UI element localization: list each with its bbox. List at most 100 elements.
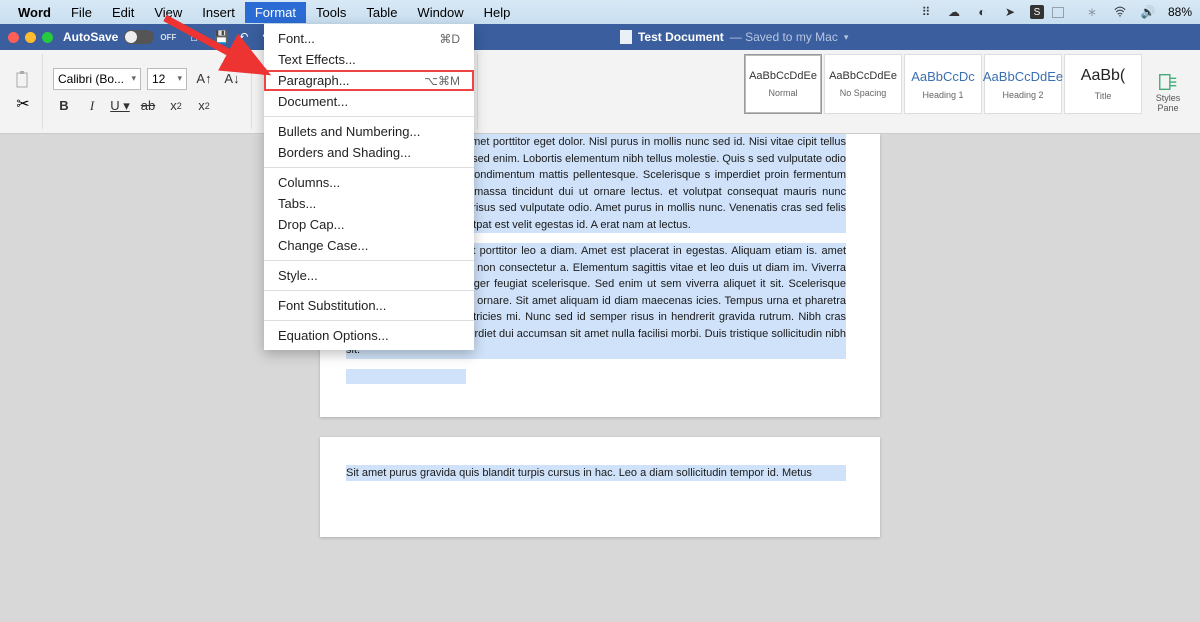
cloud-icon[interactable]: ☁ <box>946 4 962 20</box>
clipboard-group: ✂ <box>8 54 43 129</box>
word-doc-icon <box>620 30 632 44</box>
dropbox-icon[interactable]: ⠿ <box>918 4 934 20</box>
menu-equation-options[interactable]: Equation Options... <box>264 325 474 346</box>
style-tile-normal[interactable]: AaBbCcDdEe Normal <box>744 54 822 114</box>
menu-font-substitution[interactable]: Font Substitution... <box>264 295 474 316</box>
selection-tail <box>346 369 466 384</box>
menu-separator <box>264 116 474 117</box>
menu-separator <box>264 320 474 321</box>
battery-percent: 88% <box>1168 5 1192 19</box>
style-preview: AaBbCcDc <box>911 69 975 84</box>
save-icon[interactable]: 💾 <box>214 30 228 44</box>
menu-font[interactable]: Font...⌘D <box>264 28 474 49</box>
menu-separator <box>264 290 474 291</box>
style-label: Heading 1 <box>922 90 963 100</box>
bluetooth-icon[interactable]: ∗ <box>1084 4 1100 20</box>
menu-style[interactable]: Style... <box>264 265 474 286</box>
menu-bullets-numbering[interactable]: Bullets and Numbering... <box>264 121 474 142</box>
menu-tabs[interactable]: Tabs... <box>264 193 474 214</box>
menubar-left: Word File Edit View Insert Format Tools … <box>8 2 520 23</box>
cc-icon[interactable]: ◐ <box>974 4 990 20</box>
menu-change-case[interactable]: Change Case... <box>264 235 474 256</box>
style-preview: AaBbCcDdEe <box>749 70 817 82</box>
menubar-edit[interactable]: Edit <box>102 2 144 23</box>
menubar-help[interactable]: Help <box>474 2 521 23</box>
menubar-window[interactable]: Window <box>407 2 473 23</box>
paste-icon[interactable] <box>12 70 34 90</box>
document-title-area[interactable]: Test Document — Saved to my Mac ▾ <box>620 30 848 44</box>
style-label: No Spacing <box>840 88 887 98</box>
document-canvas[interactable]: cibus a pellentesque sit amet porttitor … <box>0 134 1200 622</box>
increase-font-size-button[interactable]: A↑ <box>193 69 215 89</box>
style-label: Heading 2 <box>1002 90 1043 100</box>
style-preview: AaBbCcDdEe <box>829 70 897 82</box>
window-titlebar: AutoSave OFF ⌂ 💾 ↶ ↷ Test Document — Sav… <box>0 24 1200 50</box>
chevron-down-icon: ▾ <box>177 73 182 84</box>
menubar-status-right: ⠿ ☁ ◐ ➤ S ⃞ ∗ 🔊 88% <box>918 4 1192 20</box>
menu-paragraph[interactable]: Paragraph...⌥⌘M <box>264 70 474 91</box>
menubar-tools[interactable]: Tools <box>306 2 356 23</box>
paragraph-3[interactable]: Sit amet purus gravida quis blandit turp… <box>346 465 846 482</box>
style-label: Title <box>1095 91 1112 101</box>
styles-gallery: AaBbCcDdEe Normal AaBbCcDdEe No Spacing … <box>744 54 1192 129</box>
autosave-label: AutoSave <box>63 30 118 44</box>
home-icon[interactable]: ⌂ <box>190 30 204 44</box>
volume-icon[interactable]: 🔊 <box>1140 4 1156 20</box>
menu-drop-cap[interactable]: Drop Cap... <box>264 214 474 235</box>
chevron-down-icon[interactable]: ▾ <box>844 32 849 43</box>
autosave-switch[interactable] <box>124 30 154 44</box>
menu-text-effects[interactable]: Text Effects... <box>264 49 474 70</box>
styles-pane-button[interactable]: Styles Pane <box>1144 54 1192 129</box>
menubar-file[interactable]: File <box>61 2 102 23</box>
style-tile-title[interactable]: AaBb( Title <box>1064 54 1142 114</box>
font-size-combo[interactable]: 12 ▾ <box>147 68 187 90</box>
underline-button[interactable]: U ▾ <box>109 96 131 116</box>
font-size-value: 12 <box>152 72 165 86</box>
menu-separator <box>264 167 474 168</box>
style-tile-heading-1[interactable]: AaBbCcDc Heading 1 <box>904 54 982 114</box>
window-traffic-lights[interactable] <box>8 32 53 43</box>
document-title: Test Document <box>638 30 724 44</box>
menubar-app-name[interactable]: Word <box>8 2 61 23</box>
minimize-window-button[interactable] <box>25 32 36 43</box>
style-tile-heading-2[interactable]: AaBbCcDdEe Heading 2 <box>984 54 1062 114</box>
superscript-button[interactable]: x2 <box>193 96 215 116</box>
style-preview: AaBb( <box>1081 67 1125 85</box>
bold-button[interactable]: B <box>53 96 75 116</box>
wifi-icon[interactable] <box>1112 4 1128 20</box>
app-icon[interactable]: ➤ <box>1002 4 1018 20</box>
document-save-status: — Saved to my Mac <box>730 30 838 44</box>
style-tile-no-spacing[interactable]: AaBbCcDdEe No Spacing <box>824 54 902 114</box>
close-window-button[interactable] <box>8 32 19 43</box>
s-icon[interactable]: S <box>1030 5 1044 19</box>
menu-columns[interactable]: Columns... <box>264 172 474 193</box>
menubar-insert[interactable]: Insert <box>192 2 245 23</box>
style-preview: AaBbCcDdEe <box>983 69 1063 84</box>
font-name-combo[interactable]: Calibri (Bo... ▾ <box>53 68 141 90</box>
menubar-table[interactable]: Table <box>356 2 407 23</box>
strikethrough-button[interactable]: ab <box>137 96 159 116</box>
autosave-toggle-group[interactable]: AutoSave OFF <box>63 30 176 44</box>
ribbon: ✂ Calibri (Bo... ▾ 12 ▾ A↑ A↓ B I U ▾ ab… <box>0 50 1200 134</box>
menu-borders-shading[interactable]: Borders and Shading... <box>264 142 474 163</box>
cut-icon[interactable]: ✂ <box>12 94 34 114</box>
display-icon[interactable]: ⃞ <box>1056 4 1072 20</box>
document-page-2[interactable]: Sit amet purus gravida quis blandit turp… <box>320 437 880 537</box>
mac-menubar: Word File Edit View Insert Format Tools … <box>0 0 1200 24</box>
font-name-value: Calibri (Bo... <box>58 72 124 86</box>
menu-separator <box>264 260 474 261</box>
menu-document[interactable]: Document... <box>264 91 474 112</box>
menubar-view[interactable]: View <box>144 2 192 23</box>
undo-icon[interactable]: ↶ <box>238 30 252 44</box>
autosave-state: OFF <box>160 33 176 42</box>
italic-button[interactable]: I <box>81 96 103 116</box>
zoom-window-button[interactable] <box>42 32 53 43</box>
style-label: Normal <box>768 88 797 98</box>
menubar-format[interactable]: Format <box>245 2 306 23</box>
decrease-font-size-button[interactable]: A↓ <box>221 69 243 89</box>
styles-pane-label: Styles Pane <box>1156 93 1181 113</box>
subscript-button[interactable]: x2 <box>165 96 187 116</box>
chevron-down-icon: ▾ <box>131 73 136 84</box>
font-group: Calibri (Bo... ▾ 12 ▾ A↑ A↓ B I U ▾ ab x… <box>49 54 252 129</box>
format-dropdown-menu: Font...⌘D Text Effects... Paragraph...⌥⌘… <box>264 24 474 350</box>
